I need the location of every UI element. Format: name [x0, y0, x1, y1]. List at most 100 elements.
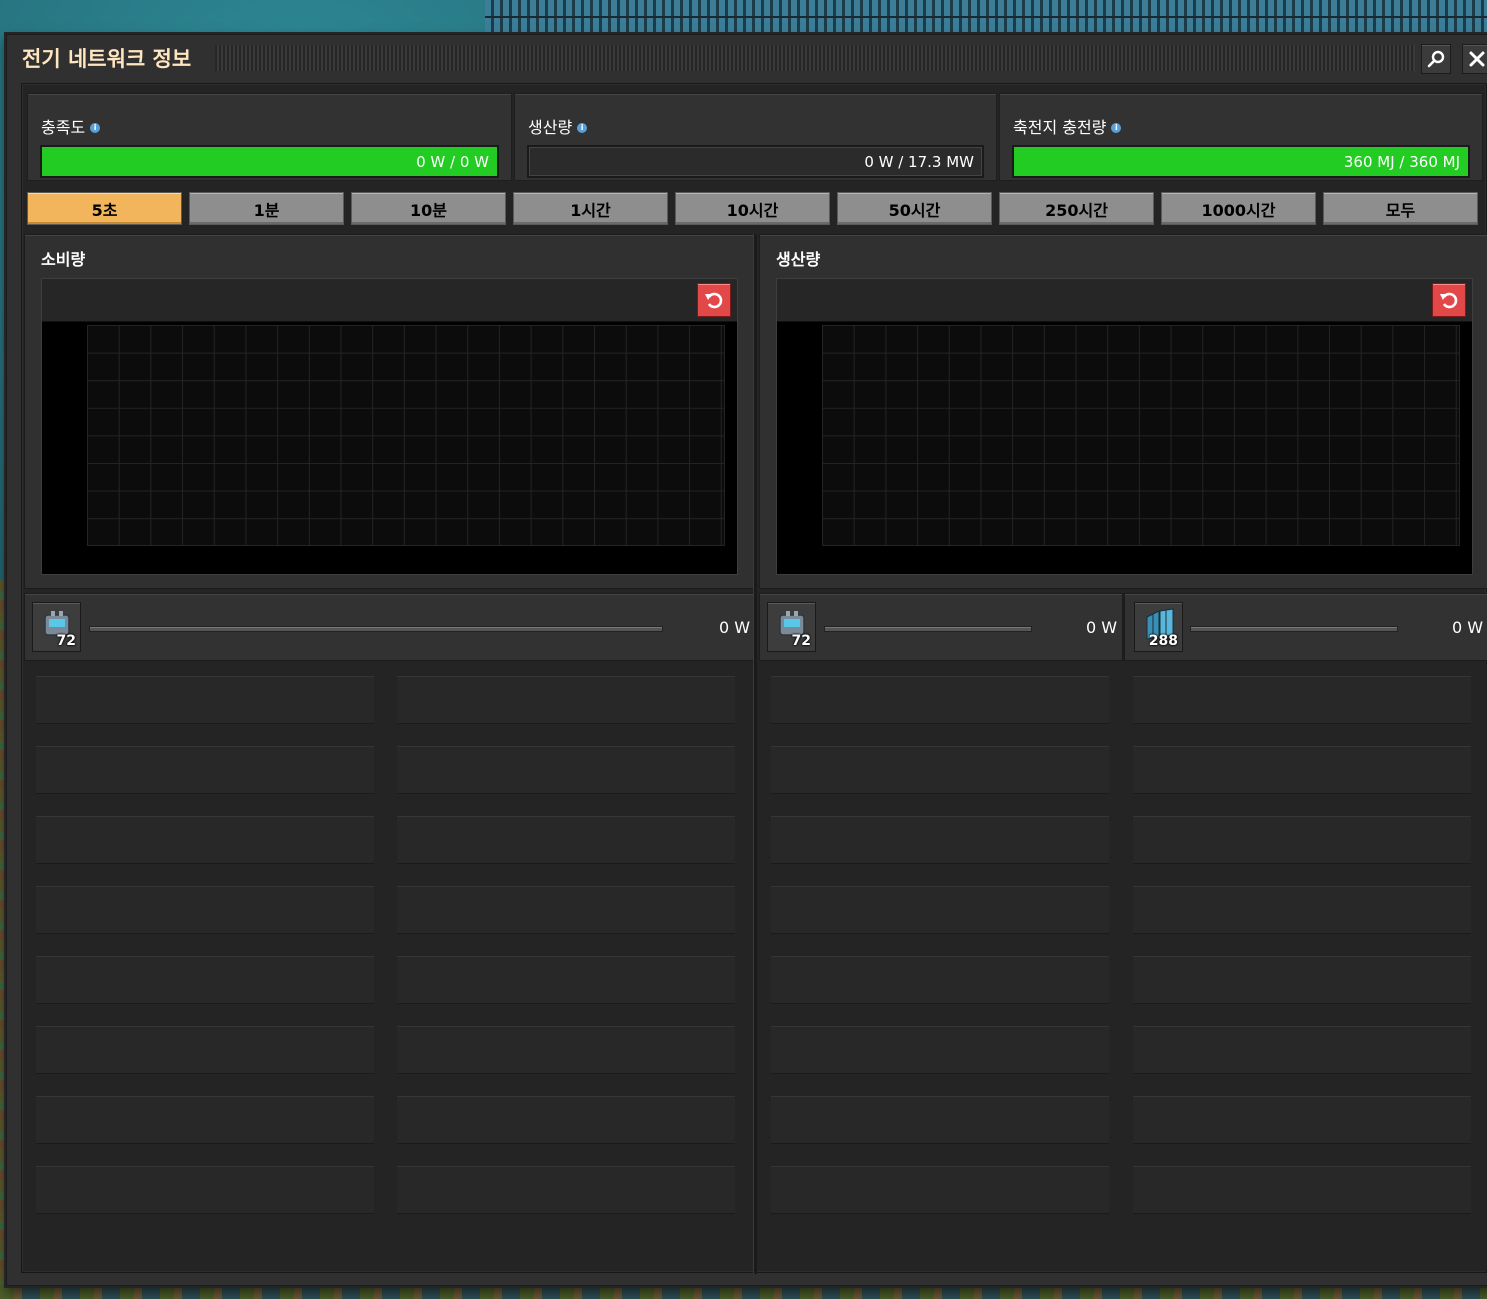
- entity-power-value: 0 W: [1452, 618, 1484, 637]
- satisfaction-bar: 0 W / 0 W: [40, 145, 499, 178]
- entity-slot-solar-panel[interactable]: 288: [1134, 602, 1183, 652]
- graph-grid: [87, 325, 725, 546]
- list-item: [771, 886, 1109, 934]
- search-icon: [1427, 50, 1445, 68]
- tab-1h[interactable]: 1시간: [513, 192, 668, 225]
- list-item: [1133, 1026, 1471, 1074]
- list-item: [36, 1166, 374, 1214]
- entity-divider: [1122, 594, 1125, 660]
- entity-power-value: 0 W: [1086, 618, 1118, 637]
- list-item: [771, 956, 1109, 1004]
- world-solar-array: [485, 0, 1487, 34]
- tab-1000h[interactable]: 1000시간: [1161, 192, 1316, 225]
- production-bar: 0 W / 17.3 MW: [527, 145, 984, 178]
- reset-icon: [1440, 292, 1458, 309]
- reset-graph-button[interactable]: [697, 283, 731, 317]
- window-content: 충족도 i 0 W / 0 W 생산량 i 0 W / 17.3 MW 축전지 …: [21, 83, 1487, 1274]
- tab-all[interactable]: 모두: [1323, 192, 1478, 225]
- tab-1m[interactable]: 1분: [189, 192, 344, 225]
- search-button[interactable]: [1421, 44, 1451, 74]
- list-item: [1133, 1166, 1471, 1214]
- list-item: [1133, 746, 1471, 794]
- accumulator-bar: 360 MJ / 360 MJ: [1012, 145, 1470, 178]
- list-item: [397, 1026, 735, 1074]
- tab-10m[interactable]: 10분: [351, 192, 506, 225]
- list-column: [771, 676, 1109, 1236]
- list-item: [36, 956, 374, 1004]
- list-item: [397, 1096, 735, 1144]
- consumption-title: 소비량: [41, 250, 86, 269]
- accumulator-label: 축전지 충전량: [1013, 118, 1107, 137]
- production-list: [759, 664, 1487, 1269]
- list-item: [1133, 816, 1471, 864]
- list-item: [397, 676, 735, 724]
- list-item: [771, 1026, 1109, 1074]
- list-item: [1133, 1096, 1471, 1144]
- production-label: 생산량: [528, 118, 573, 137]
- list-item: [36, 816, 374, 864]
- satisfaction-stat: 충족도 i 0 W / 0 W: [27, 93, 512, 181]
- accumulator-value: 360 MJ / 360 MJ: [1343, 152, 1460, 171]
- world-terrain-bottom: [0, 1284, 1487, 1299]
- consumption-graph: [41, 278, 738, 575]
- list-item: [771, 746, 1109, 794]
- production-title: 생산량: [776, 250, 821, 269]
- production-graph: [776, 278, 1473, 575]
- info-icon[interactable]: i: [1111, 123, 1122, 133]
- list-item: [771, 676, 1109, 724]
- entity-count: 72: [56, 633, 76, 649]
- consumption-panel: 소비량: [24, 234, 754, 589]
- reset-graph-button[interactable]: [1432, 283, 1466, 317]
- list-item: [1133, 956, 1471, 1004]
- info-icon[interactable]: i: [577, 123, 588, 133]
- list-item: [397, 886, 735, 934]
- satisfaction-value: 0 W / 0 W: [416, 152, 489, 171]
- list-column: [1133, 676, 1471, 1236]
- consumption-list: [24, 664, 754, 1269]
- list-item: [36, 1096, 374, 1144]
- graph-grid: [822, 325, 1460, 546]
- time-range-tabs: 5초 1분 10분 1시간 10시간 50시간 250시간 1000시간 모두: [27, 192, 1483, 228]
- list-item: [397, 816, 735, 864]
- list-item: [36, 746, 374, 794]
- tab-250h[interactable]: 250시간: [999, 192, 1154, 225]
- reset-icon: [705, 292, 723, 309]
- production-value: 0 W / 17.3 MW: [864, 152, 974, 171]
- entity-usage-bar: [824, 626, 1032, 632]
- tab-50h[interactable]: 50시간: [837, 192, 992, 225]
- list-item: [771, 816, 1109, 864]
- accumulator-stat: 축전지 충전량 i 360 MJ / 360 MJ: [999, 93, 1483, 181]
- tab-10h[interactable]: 10시간: [675, 192, 830, 225]
- entity-slot-accumulator[interactable]: 72: [32, 602, 81, 652]
- production-stat: 생산량 i 0 W / 17.3 MW: [514, 93, 997, 181]
- entity-usage-bar: [1190, 626, 1398, 632]
- list-item: [1133, 676, 1471, 724]
- entity-count: 72: [791, 633, 811, 649]
- graph-header: [42, 279, 737, 322]
- entity-usage-bar: [89, 626, 663, 632]
- list-item: [397, 956, 735, 1004]
- satisfaction-label: 충족도: [41, 118, 86, 137]
- list-column: [36, 676, 374, 1236]
- list-item: [1133, 886, 1471, 934]
- panel-divider: [753, 234, 757, 1274]
- window-title: 전기 네트워크 정보: [22, 47, 192, 71]
- info-icon[interactable]: i: [90, 123, 101, 133]
- list-item: [36, 1026, 374, 1074]
- drag-handle[interactable]: [215, 45, 1415, 71]
- list-item: [36, 676, 374, 724]
- list-item: [397, 1166, 735, 1214]
- entity-slot-accumulator[interactable]: 72: [767, 602, 816, 652]
- production-panel: 생산량: [759, 234, 1487, 589]
- list-item: [771, 1096, 1109, 1144]
- list-item: [771, 1166, 1109, 1214]
- graph-header: [777, 279, 1472, 322]
- production-entity-row: 72 0 W 288 0 W: [759, 593, 1487, 661]
- close-button[interactable]: [1462, 44, 1487, 74]
- entity-power-value: 0 W: [719, 618, 751, 637]
- close-icon: [1469, 51, 1485, 67]
- window-titlebar[interactable]: 전기 네트워크 정보: [7, 35, 1487, 81]
- entity-count: 288: [1148, 633, 1178, 649]
- tab-5s[interactable]: 5초: [27, 192, 182, 225]
- list-item: [36, 886, 374, 934]
